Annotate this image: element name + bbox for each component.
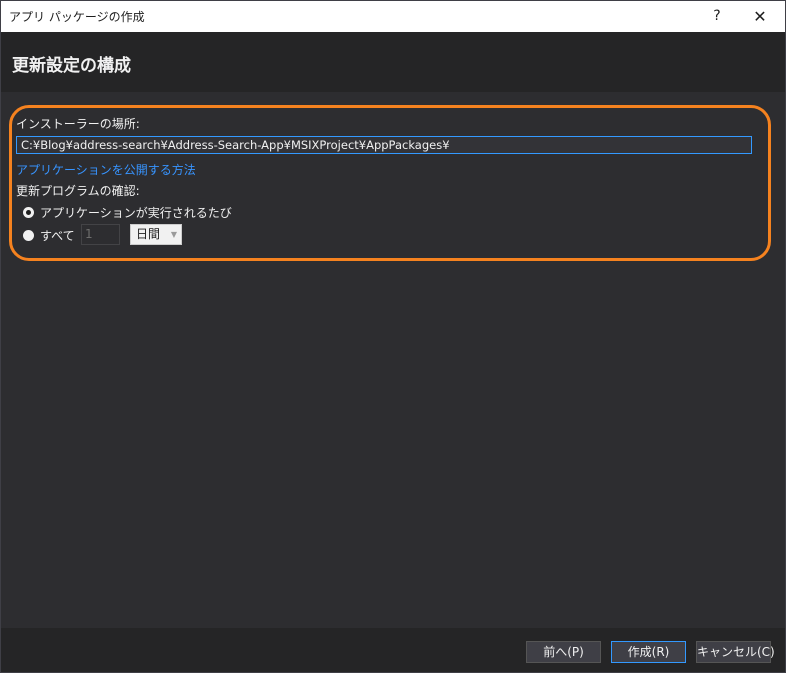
radio-every-launch-label: アプリケーションが実行されるたび <box>40 205 232 220</box>
radio-every-launch[interactable]: アプリケーションが実行されるたび <box>23 203 232 221</box>
create-button[interactable]: 作成(R) <box>611 641 686 663</box>
interval-unit-select[interactable]: 日間 ▼ <box>130 224 182 245</box>
installer-location-input[interactable]: C:¥Blog¥address-search¥Address-Search-Ap… <box>16 136 752 154</box>
cancel-button[interactable]: キャンセル(C) <box>696 641 775 663</box>
page-header: 更新設定の構成 <box>1 32 785 92</box>
title-bar: アプリ パッケージの作成 ? ✕ <box>1 1 785 32</box>
settings-panel: インストーラーの場所: C:¥Blog¥address-search¥Addre… <box>1 92 785 628</box>
interval-unit-value: 日間 <box>136 227 161 241</box>
radio-button-checked[interactable] <box>23 206 34 218</box>
installer-location-label: インストーラーの場所: <box>16 117 140 131</box>
window-title: アプリ パッケージの作成 <box>9 10 145 24</box>
publish-help-link[interactable]: アプリケーションを公開する方法 <box>16 163 196 178</box>
interval-input[interactable]: 1 <box>81 224 120 245</box>
dialog-window: アプリ パッケージの作成 ? ✕ 更新設定の構成 インストーラーの場所: C:¥… <box>0 0 786 673</box>
radio-button-unchecked[interactable] <box>23 229 34 241</box>
radio-every-interval-label: すべて <box>40 228 75 243</box>
prev-button[interactable]: 前へ(P) <box>526 641 601 663</box>
help-button[interactable]: ? <box>697 1 737 32</box>
radio-every-interval[interactable]: すべて <box>23 226 75 244</box>
dialog-footer: 前へ(P) 作成(R) キャンセル(C) <box>1 628 785 672</box>
chevron-down-icon: ▼ <box>170 230 177 239</box>
page-title: 更新設定の構成 <box>12 56 131 76</box>
close-icon[interactable]: ✕ <box>737 1 783 32</box>
update-check-label: 更新プログラムの確認: <box>16 184 140 198</box>
